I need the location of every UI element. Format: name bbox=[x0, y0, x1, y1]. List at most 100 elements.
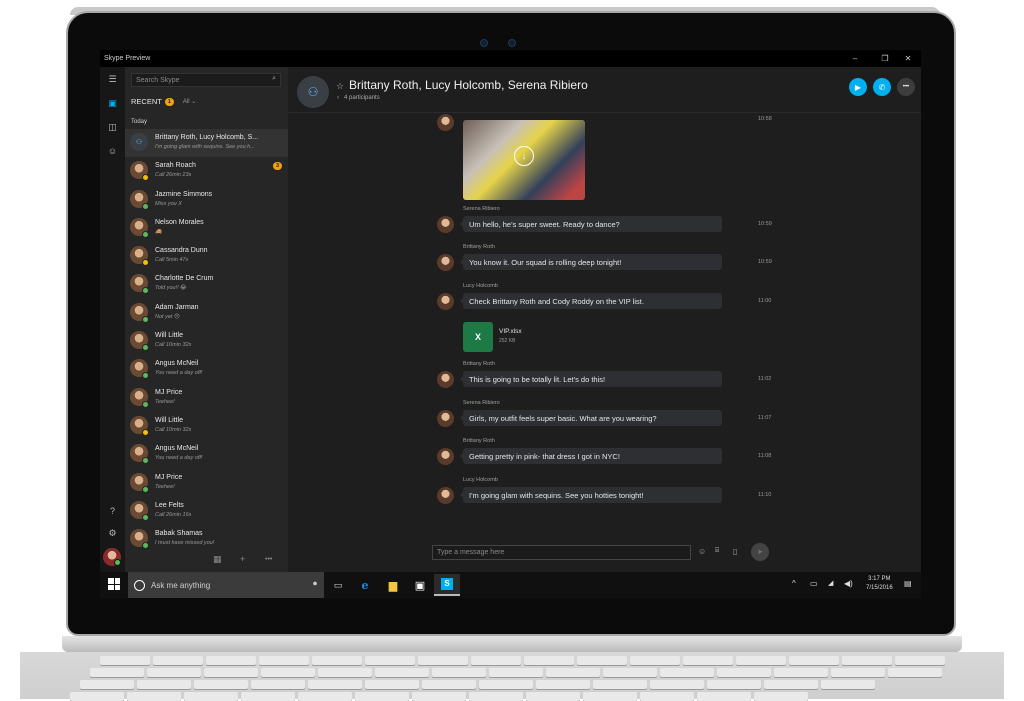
cortana-search[interactable]: Ask me anything ⏺ bbox=[128, 572, 324, 598]
skype-taskbar-icon[interactable]: S bbox=[434, 574, 460, 596]
show-hidden-icons[interactable]: ^ bbox=[792, 579, 796, 588]
download-icon[interactable]: ↓ bbox=[514, 146, 534, 166]
search-input[interactable]: Search Skype ⌕ bbox=[131, 73, 281, 87]
contact-last-message: Call 10min 32s bbox=[155, 342, 192, 349]
close-button[interactable]: ✕ bbox=[897, 50, 919, 67]
contact-last-message: Teehee! bbox=[155, 398, 175, 405]
contact-item[interactable]: MJ Price Teehee! bbox=[125, 384, 288, 412]
contact-item[interactable]: Angus McNeil You need a day off! bbox=[125, 355, 288, 383]
send-button[interactable]: ➤ bbox=[751, 543, 769, 561]
shared-photo[interactable]: ↓ bbox=[463, 120, 585, 200]
battery-icon[interactable]: ▭ bbox=[810, 579, 818, 588]
windows-start-icon[interactable] bbox=[108, 578, 120, 590]
contact-item[interactable]: Jazmine Simmons Miss you X bbox=[125, 186, 288, 214]
more-button[interactable]: ••• bbox=[897, 78, 915, 96]
hamburger-menu-icon[interactable]: ☰ bbox=[100, 71, 125, 87]
store-icon[interactable]: ▣ bbox=[407, 576, 433, 594]
contact-item[interactable]: Nelson Morales 🙈 bbox=[125, 214, 288, 242]
add-button[interactable]: + bbox=[240, 554, 245, 564]
keyboard-key bbox=[717, 668, 771, 677]
keyboard-key bbox=[754, 692, 808, 701]
sender-avatar[interactable] bbox=[437, 487, 454, 504]
system-clock[interactable]: 3:17 PM 7/15/2016 bbox=[866, 575, 893, 593]
help-icon[interactable]: ? bbox=[100, 503, 125, 519]
contact-item[interactable]: Charlotte De Crum Told you!! 😂 bbox=[125, 270, 288, 298]
my-profile-avatar[interactable] bbox=[103, 548, 121, 566]
title-bar: Skype Preview – ❐ ✕ bbox=[100, 50, 921, 67]
filter-dropdown[interactable]: All ⌄ bbox=[183, 98, 196, 105]
favorite-star-icon[interactable]: ☆ bbox=[336, 81, 344, 92]
contact-name: Sarah Roach bbox=[155, 162, 196, 170]
bots-icon[interactable]: ☺ bbox=[100, 143, 125, 159]
keyboard-key bbox=[546, 668, 600, 677]
contact-item[interactable]: Lee Felts Call 26min 16s bbox=[125, 497, 288, 525]
contact-item[interactable]: Will Little Call 10min 32s bbox=[125, 327, 288, 355]
keyboard-key bbox=[422, 680, 476, 689]
wifi-icon[interactable]: ◢ bbox=[828, 579, 833, 587]
keyboard-key bbox=[736, 656, 786, 665]
contact-item[interactable]: Cassandra Dunn Call 5min 47s bbox=[125, 242, 288, 270]
message-bubble[interactable]: Getting pretty in pink- that dress I got… bbox=[460, 448, 722, 464]
file-icon[interactable]: ▯ bbox=[733, 547, 737, 556]
microphone-icon[interactable]: ⏺ bbox=[313, 579, 317, 589]
contact-item[interactable]: Adam Jarman Not yet 😞 bbox=[125, 299, 288, 327]
message-input[interactable]: Type a message here bbox=[432, 545, 691, 560]
search-icon: ⌕ bbox=[272, 75, 276, 82]
keyboard-key bbox=[789, 656, 839, 665]
edge-icon[interactable]: e bbox=[352, 576, 378, 594]
volume-icon[interactable]: ◀) bbox=[844, 579, 853, 588]
keyboard-key bbox=[412, 692, 466, 701]
conversation-title: Brittany Roth, Lucy Holcomb, Serena Ribi… bbox=[349, 78, 588, 92]
more-options-button[interactable]: ••• bbox=[265, 556, 272, 563]
contact-name: Adam Jarman bbox=[155, 303, 199, 311]
chat-header: ⚇ ☆ Brittany Roth, Lucy Holcomb, Serena … bbox=[288, 67, 921, 113]
contact-item[interactable]: Will Little Call 10min 32s bbox=[125, 412, 288, 440]
video-call-button[interactable]: ▶ bbox=[849, 78, 867, 96]
emoji-icon[interactable]: ☺ bbox=[698, 547, 706, 556]
contact-name: Angus McNeil bbox=[155, 360, 199, 368]
audio-call-button[interactable]: ✆ bbox=[873, 78, 891, 96]
message-bubble[interactable]: Check Brittany Roth and Cody Roddy on th… bbox=[460, 293, 722, 309]
contacts-icon[interactable]: ◫ bbox=[100, 119, 125, 135]
restore-button[interactable]: ❐ bbox=[874, 50, 896, 67]
contact-item[interactable]: Sarah Roach Call 26min 23s 3 bbox=[125, 157, 288, 185]
presence-online-icon bbox=[142, 287, 149, 295]
sender-avatar[interactable] bbox=[437, 371, 454, 388]
sender-avatar[interactable] bbox=[437, 448, 454, 465]
excel-file-icon[interactable]: X bbox=[463, 322, 493, 352]
message-bubble[interactable]: Um hello, he's super sweet. Ready to dan… bbox=[460, 216, 722, 232]
message-bubble[interactable]: You know it. Our squad is rolling deep t… bbox=[460, 254, 722, 270]
keyboard-key bbox=[630, 656, 680, 665]
file-name[interactable]: VIP.xlsx bbox=[499, 328, 522, 335]
message-sender: Brittany Roth bbox=[463, 438, 495, 444]
contact-item[interactable]: Angus McNeil You need a day off! bbox=[125, 440, 288, 468]
media-icon[interactable]: ⌸ bbox=[715, 547, 719, 555]
sender-avatar[interactable] bbox=[437, 254, 454, 271]
sender-avatar[interactable] bbox=[437, 293, 454, 310]
sender-avatar[interactable] bbox=[437, 410, 454, 427]
message-list[interactable]: 10:58 ↓ X VIP.xlsx 252 KB Serena Ribiero… bbox=[288, 114, 921, 544]
keyboard-key bbox=[583, 692, 637, 701]
video-camera-icon: ▶ bbox=[854, 82, 862, 92]
minimize-button[interactable]: – bbox=[844, 50, 866, 67]
message-sender: Serena Ribiero bbox=[463, 400, 500, 406]
keyboard-row bbox=[90, 668, 942, 677]
participants-toggle[interactable]: › 4 participants bbox=[337, 95, 380, 101]
sender-avatar[interactable] bbox=[437, 216, 454, 233]
contact-item[interactable]: ⚇ Brittany Roth, Lucy Holcomb, S... I'm go… bbox=[125, 129, 288, 158]
message-bubble[interactable]: I'm going glam with sequins. See you hot… bbox=[460, 487, 722, 503]
group-avatar[interactable]: ⚇ bbox=[297, 76, 329, 108]
action-center-icon[interactable]: ▤ bbox=[904, 579, 912, 588]
task-view-icon[interactable]: ▭ bbox=[325, 576, 351, 594]
dialpad-icon[interactable]: ▦ bbox=[213, 554, 222, 565]
contact-last-message: 🙈 bbox=[155, 228, 162, 235]
contact-last-message: Told you!! 😂 bbox=[155, 285, 187, 292]
message-bubble[interactable]: Girls, my outfit feels super basic. What… bbox=[460, 410, 722, 426]
file-explorer-icon[interactable]: ▆ bbox=[380, 576, 406, 594]
message-bubble[interactable]: This is going to be totally lit. Let's d… bbox=[460, 371, 722, 387]
contact-name: Lee Felts bbox=[155, 501, 184, 509]
contact-item[interactable]: MJ Price Teehee! bbox=[125, 469, 288, 497]
recent-chats-icon[interactable]: ▣ bbox=[100, 95, 125, 111]
message-time: 11:07 bbox=[758, 415, 772, 421]
settings-icon[interactable]: ⚙ bbox=[100, 525, 125, 541]
